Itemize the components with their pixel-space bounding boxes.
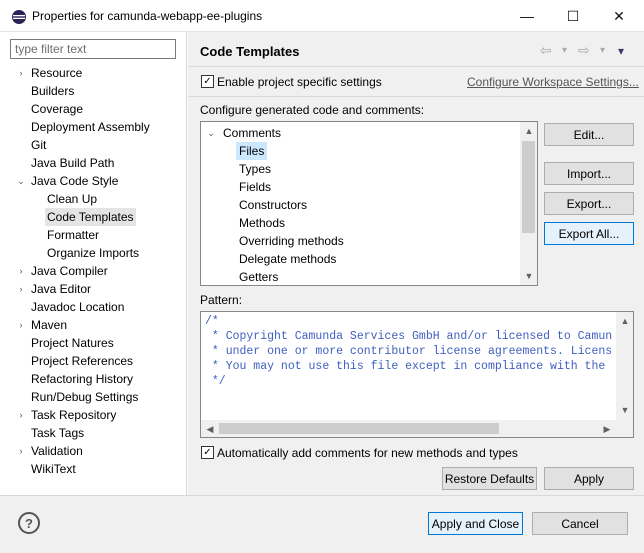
back-dropdown-icon[interactable]: ▾	[562, 45, 567, 56]
export-button[interactable]: Export...	[544, 192, 634, 215]
sidebar-item-task-repository[interactable]: Task Repository	[31, 406, 116, 424]
sidebar-item-builders[interactable]: Builders	[31, 82, 74, 100]
sidebar-item-run-debug-settings[interactable]: Run/Debug Settings	[31, 388, 138, 406]
edit-button[interactable]: Edit...	[544, 123, 634, 146]
scroll-up-icon[interactable]: ▲	[617, 313, 633, 329]
sidebar-item-code-templates[interactable]: Code Templates	[45, 208, 136, 226]
code-line: * Copyright Camunda Services GmbH and/or…	[205, 330, 613, 343]
help-icon[interactable]: ?	[18, 512, 40, 534]
sidebar-item-javadoc-location[interactable]: Javadoc Location	[31, 298, 124, 316]
sidebar-item-refactoring-history[interactable]: Refactoring History	[31, 370, 133, 388]
sidebar-item-java-code-style[interactable]: Java Code Style	[31, 172, 118, 190]
restore-defaults-button[interactable]: Restore Defaults	[442, 467, 537, 490]
expand-arrow-icon[interactable]: ›	[16, 280, 26, 298]
pattern-editor[interactable]: /* * Copyright Camunda Services GmbH and…	[200, 311, 634, 438]
sidebar-item-git[interactable]: Git	[31, 136, 46, 154]
close-button[interactable]: ✕	[596, 0, 642, 32]
back-arrow-icon[interactable]: ⇦	[540, 42, 552, 59]
tree-item-fields[interactable]: Fields	[239, 178, 271, 196]
sidebar-item-wikitext[interactable]: WikiText	[31, 460, 76, 478]
minimize-button[interactable]: —	[504, 0, 550, 32]
sidebar-item-resource[interactable]: Resource	[31, 64, 82, 82]
page-title: Code Templates	[200, 44, 300, 59]
forward-dropdown-icon[interactable]: ▾	[600, 45, 605, 56]
template-tree[interactable]: ⌄ Comments Files Types Fields Constructo…	[200, 121, 538, 286]
import-button[interactable]: Import...	[544, 162, 634, 185]
expand-arrow-icon[interactable]: ›	[16, 64, 26, 82]
collapse-arrow-icon[interactable]: ⌄	[206, 124, 216, 142]
scroll-up-icon[interactable]: ▲	[521, 123, 537, 139]
sidebar-item-formatter[interactable]: Formatter	[47, 226, 99, 244]
scrollbar-thumb[interactable]	[522, 141, 535, 233]
tree-item-getters[interactable]: Getters	[239, 268, 278, 285]
cancel-button[interactable]: Cancel	[532, 512, 628, 535]
auto-comments-checkbox[interactable]: ✓	[201, 446, 214, 459]
sidebar-item-project-natures[interactable]: Project Natures	[31, 334, 114, 352]
tree-item-files[interactable]: Files	[236, 142, 268, 160]
expand-arrow-icon[interactable]: ›	[16, 262, 26, 280]
scroll-down-icon[interactable]: ▼	[617, 402, 633, 418]
scroll-down-icon[interactable]: ▼	[521, 268, 537, 284]
sidebar-item-task-tags[interactable]: Task Tags	[31, 424, 84, 442]
tree-item-delegate-methods[interactable]: Delegate methods	[239, 250, 336, 268]
sidebar-item-project-references[interactable]: Project References	[31, 352, 133, 370]
sidebar-item-java-build-path[interactable]: Java Build Path	[31, 154, 114, 172]
view-menu-icon[interactable]: ▾	[618, 44, 624, 58]
code-line: /*	[205, 315, 219, 328]
sidebar-item-clean-up[interactable]: Clean Up	[47, 190, 97, 208]
tree-item-comments[interactable]: Comments	[223, 124, 281, 142]
scroll-right-icon[interactable]: ▶	[599, 421, 615, 437]
code-line: */	[205, 375, 226, 388]
export-all-button[interactable]: Export All...	[544, 222, 634, 245]
tree-item-types[interactable]: Types	[239, 160, 271, 178]
filter-input[interactable]	[10, 39, 176, 59]
auto-comments-label: Automatically add comments for new metho…	[217, 446, 518, 460]
scrollbar-thumb[interactable]	[219, 423, 499, 434]
apply-button[interactable]: Apply	[544, 467, 634, 490]
expand-arrow-icon[interactable]: ›	[16, 406, 26, 424]
window-title: Properties for camunda-webapp-ee-plugins	[32, 9, 263, 23]
sidebar-item-coverage[interactable]: Coverage	[31, 100, 83, 118]
eclipse-icon	[12, 10, 26, 24]
sidebar-item-organize-imports[interactable]: Organize Imports	[47, 244, 139, 262]
configure-label: Configure generated code and comments:	[200, 103, 425, 117]
separator	[188, 96, 644, 97]
enable-specific-label: Enable project specific settings	[217, 75, 382, 89]
code-line: * under one or more contributor license …	[205, 345, 613, 358]
apply-and-close-button[interactable]: Apply and Close	[428, 512, 523, 535]
sidebar-item-java-compiler[interactable]: Java Compiler	[31, 262, 108, 280]
tree-item-methods[interactable]: Methods	[239, 214, 285, 232]
configure-workspace-link[interactable]: Configure Workspace Settings...	[467, 75, 639, 89]
collapse-arrow-icon[interactable]: ⌄	[16, 172, 26, 190]
code-line: * You may not use this file except in co…	[205, 360, 606, 373]
expand-arrow-icon[interactable]: ›	[16, 442, 26, 460]
separator	[188, 66, 644, 67]
forward-arrow-icon[interactable]: ⇨	[578, 42, 590, 59]
sidebar-item-java-editor[interactable]: Java Editor	[31, 280, 91, 298]
sidebar-item-maven[interactable]: Maven	[31, 316, 67, 334]
sidebar-item-validation[interactable]: Validation	[31, 442, 83, 460]
tree-item-overriding-methods[interactable]: Overriding methods	[239, 232, 344, 250]
pattern-label: Pattern:	[200, 293, 243, 307]
maximize-button[interactable]: ☐	[550, 0, 596, 32]
scroll-left-icon[interactable]: ◀	[202, 421, 218, 437]
sidebar-item-deployment-assembly[interactable]: Deployment Assembly	[31, 118, 150, 136]
expand-arrow-icon[interactable]: ›	[16, 316, 26, 334]
scrollbar-corner	[616, 420, 633, 437]
tree-item-constructors[interactable]: Constructors	[239, 196, 307, 214]
enable-specific-checkbox[interactable]: ✓	[201, 75, 214, 88]
